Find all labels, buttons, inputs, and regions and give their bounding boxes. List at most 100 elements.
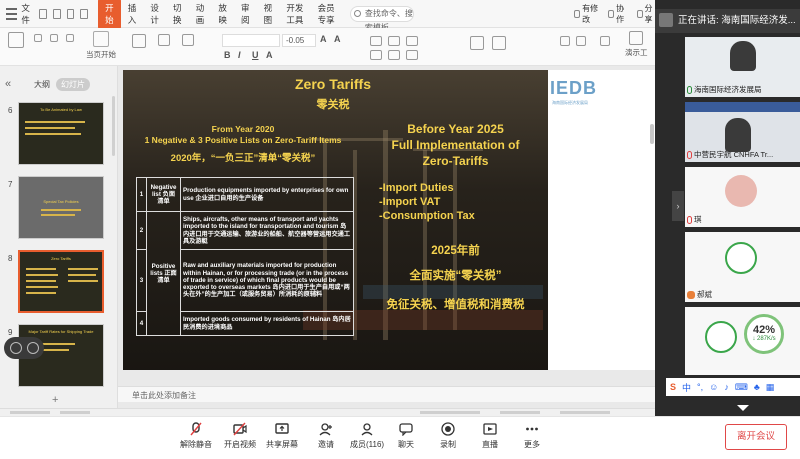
input-method-bar[interactable]: S 中 °, ☺ ♪ ⌨ ♣ ▦ <box>666 378 800 396</box>
share-button[interactable]: 分享 <box>636 3 655 25</box>
leave-meeting-button[interactable]: 离开会议 <box>725 424 787 450</box>
align-center-icon[interactable] <box>388 50 400 60</box>
floating-media-control[interactable] <box>4 337 44 359</box>
find-icon[interactable] <box>600 36 610 46</box>
slide-scrollbar[interactable] <box>650 124 654 144</box>
italic-button[interactable]: I <box>238 50 241 60</box>
indent-icon[interactable] <box>406 36 418 46</box>
current-slide[interactable]: Zero Tariffs 零关税 From Year 2020 1 Negati… <box>123 70 548 370</box>
mic-icon[interactable] <box>9 342 22 354</box>
invite-button[interactable]: 邀请 <box>318 422 334 450</box>
copy-button[interactable] <box>50 34 58 44</box>
participant-tile[interactable] <box>685 307 800 375</box>
slide-thumbnail-7[interactable]: Special Tax Policies <box>18 176 104 239</box>
collapse-panel-icon[interactable]: › <box>672 191 684 221</box>
edit-status[interactable]: 有修改 <box>574 3 598 25</box>
slide-thumbnail-8[interactable]: Zero Tariffs <box>18 250 104 313</box>
camera-off-icon <box>233 422 247 436</box>
ribbon-tab[interactable]: 放映 <box>211 0 234 29</box>
outline-view-tab[interactable]: 大纲 <box>34 79 50 90</box>
start-from-current-button[interactable]: 当页开始 <box>86 31 116 60</box>
copy-icon <box>50 34 58 42</box>
ribbon-tab[interactable]: 切换 <box>166 0 189 29</box>
file-menu[interactable]: 文件 <box>21 2 33 26</box>
row-number: 3 <box>136 249 147 312</box>
collaborate-icon <box>608 9 615 18</box>
right-heading-3: Zero-Tariffs <box>422 154 489 168</box>
font-family-select[interactable] <box>222 34 280 47</box>
paste-button[interactable] <box>8 32 24 50</box>
ribbon-tab[interactable]: 审阅 <box>234 0 257 29</box>
ribbon-tab[interactable]: 开发工具 <box>279 0 310 29</box>
thumbnail-scrollbar[interactable] <box>112 96 115 156</box>
slides-view-tab[interactable]: 幻灯片 <box>56 78 90 91</box>
cut-button[interactable] <box>34 34 42 44</box>
font-size-select[interactable]: -0.05 <box>282 34 316 47</box>
emoji-icon[interactable]: ☺ <box>709 382 718 392</box>
expand-down-icon[interactable] <box>737 405 749 411</box>
search-input[interactable]: 查找命令、搜索模板 <box>349 5 415 32</box>
align-right-icon[interactable] <box>406 50 418 60</box>
undo-icon[interactable] <box>66 8 75 19</box>
members-button[interactable]: 成员(116) <box>350 422 384 450</box>
layout-button[interactable] <box>158 34 170 48</box>
outline-icon[interactable] <box>576 36 586 46</box>
fill-icon[interactable] <box>560 36 570 46</box>
print-icon[interactable] <box>53 8 61 19</box>
ribbon-tab[interactable]: 开始 <box>98 0 121 29</box>
user-icon <box>687 290 695 299</box>
voice-icon[interactable]: ♪ <box>724 382 729 392</box>
bullets-icon[interactable] <box>370 36 382 46</box>
collaborate-button[interactable]: 协作 <box>608 3 626 25</box>
ribbon-tab[interactable]: 会员专享 <box>311 0 342 29</box>
zero-tariff-lists-table: 1 Negative list 负面清单 Production equipmen… <box>136 177 354 336</box>
arrange-icon[interactable] <box>492 36 506 50</box>
add-slide-icon[interactable]: + <box>52 394 58 406</box>
menu-icon[interactable] <box>6 7 18 20</box>
collapse-pane-icon[interactable]: « <box>5 78 11 90</box>
thumbnail-number: 8 <box>8 254 13 263</box>
record-button[interactable]: 录制 <box>440 422 456 450</box>
unmute-button[interactable]: 解除静音 <box>180 422 212 450</box>
ribbon-tab[interactable]: 视图 <box>257 0 280 29</box>
skin-icon[interactable]: ♣ <box>754 382 760 392</box>
ribbon-tab[interactable]: 设计 <box>143 0 166 29</box>
numbering-icon[interactable] <box>388 36 400 46</box>
redo-icon[interactable] <box>80 8 89 19</box>
ribbon-tab-bar: 文件 开始 插入 设计 切换 动画 放映 审阅 视图 开发工具 会员专享 查找命令、搜索模板 有修… <box>0 0 655 32</box>
share-screen-button[interactable]: 共享屏幕 <box>266 422 298 450</box>
toolbox-icon[interactable]: ▦ <box>766 382 775 393</box>
slide-logo-area: IEDB 海南国际经济发展局 <box>548 70 655 370</box>
ribbon-tab[interactable]: 插入 <box>121 0 144 29</box>
notes-pane[interactable]: 单击此处添加备注 <box>118 386 655 402</box>
start-video-button[interactable]: 开启视频 <box>224 422 256 450</box>
underline-button[interactable]: U <box>252 50 259 60</box>
ribbon-tab[interactable]: 动画 <box>189 0 212 29</box>
participant-tile[interactable]: 中营民宇航 CNHFA Tr... <box>685 102 800 162</box>
bold-button[interactable]: B <box>224 50 231 60</box>
ribbon-tabs: 开始 插入 设计 切换 动画 放映 审阅 视图 开发工具 会员专享 <box>98 0 342 29</box>
align-left-icon[interactable] <box>370 50 382 60</box>
shape-icon[interactable] <box>470 36 484 50</box>
camera-icon[interactable] <box>26 342 39 354</box>
punctuation-icon[interactable]: °, <box>697 382 703 392</box>
format-painter-button[interactable] <box>66 34 74 44</box>
section-button[interactable] <box>182 34 194 48</box>
keyboard-icon[interactable]: ⌨ <box>735 382 748 393</box>
decrease-font-icon[interactable]: A <box>334 34 341 44</box>
chat-button[interactable]: 聊天 <box>398 422 414 450</box>
increase-font-icon[interactable]: A <box>320 34 327 44</box>
font-color-button[interactable]: A <box>266 50 273 60</box>
new-slide-button[interactable] <box>132 34 146 50</box>
presenter-tools-button[interactable]: 演示工 <box>625 31 648 58</box>
participant-tile[interactable]: 海南国际经济发展局 <box>685 37 800 97</box>
thumbnail-number: 6 <box>8 106 13 115</box>
slide-thumbnail-6[interactable]: To Be Animated by Law <box>18 102 104 165</box>
participant-tile[interactable]: 琪 <box>685 167 800 227</box>
more-button[interactable]: 更多 <box>524 422 540 450</box>
mic-muted-icon <box>687 215 692 224</box>
participant-tile[interactable]: 郝斌 <box>685 232 800 302</box>
save-icon[interactable] <box>39 8 48 19</box>
live-stream-button[interactable]: 直播 <box>482 422 498 450</box>
network-status-badge[interactable]: 42% ↓ 287K/s <box>744 314 784 354</box>
